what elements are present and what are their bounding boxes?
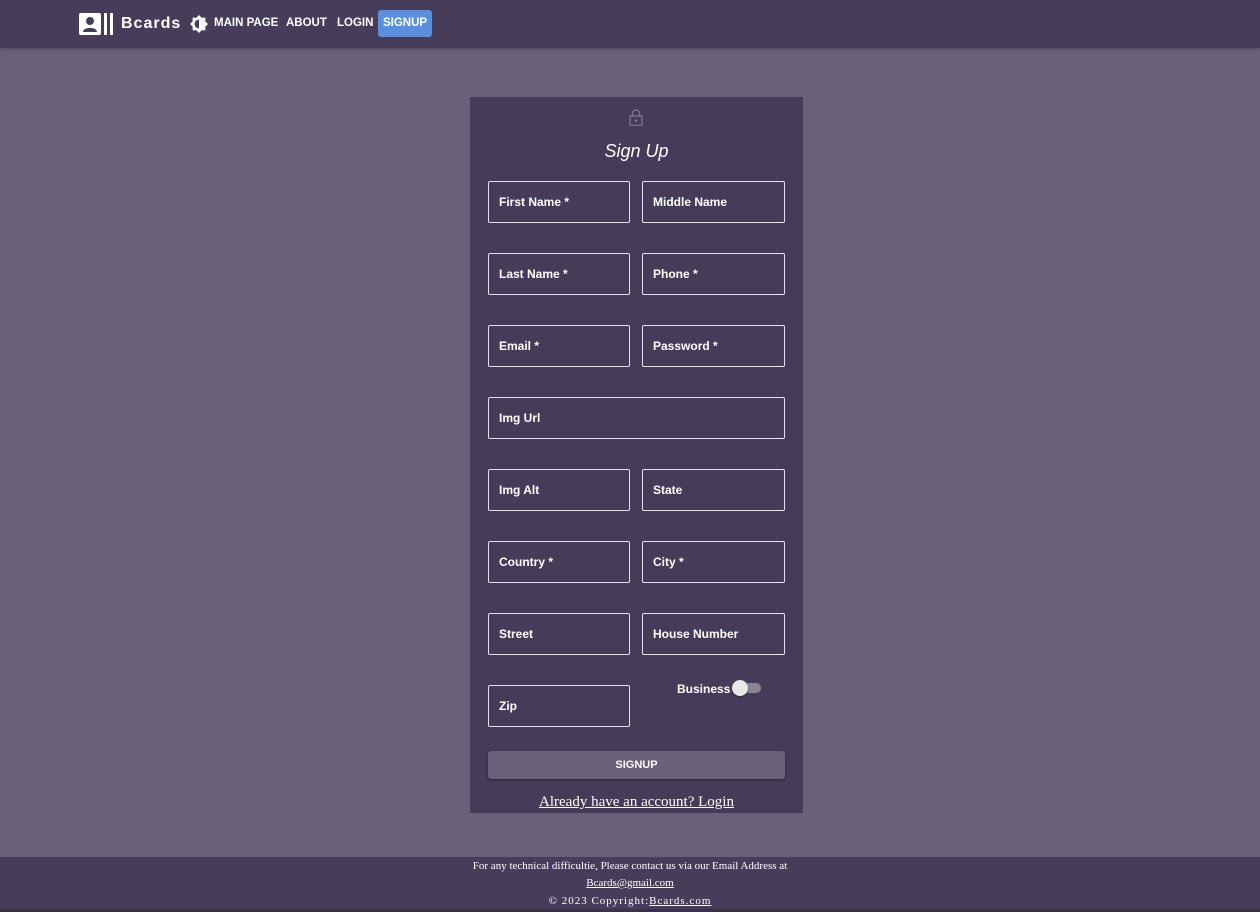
login-link[interactable]: Already have an account? Login [470, 792, 803, 812]
email-label: Email * [499, 339, 540, 353]
img-url-field[interactable]: Img Url [488, 397, 785, 439]
business-label: Business [677, 682, 731, 696]
nav-login[interactable]: LOGIN [331, 10, 379, 37]
password-label: Password * [653, 339, 718, 353]
toggle-thumb[interactable] [732, 680, 748, 696]
phone-label: Phone * [653, 267, 698, 281]
middle-name-label: Middle Name [653, 195, 728, 209]
middle-name-field[interactable]: Middle Name [642, 181, 785, 223]
email-field[interactable]: Email * [488, 325, 630, 367]
img-alt-field[interactable]: Img Alt [488, 469, 630, 511]
nav-signup[interactable]: SIGNUP [378, 10, 432, 37]
copyright-link[interactable]: Bcards.com [649, 895, 711, 907]
city-field[interactable]: City * [642, 541, 785, 583]
country-label: Country * [499, 555, 553, 569]
country-field[interactable]: Country * [488, 541, 630, 583]
phone-field[interactable]: Phone * [642, 253, 785, 295]
city-label: City * [653, 555, 684, 569]
last-name-label: Last Name * [499, 267, 568, 281]
img-url-label: Img Url [499, 411, 541, 425]
password-field[interactable]: Password * [642, 325, 785, 367]
zip-label: Zip [499, 699, 517, 713]
house-number-label: House Number [653, 627, 739, 641]
footer-copyright: © 2023 Copyright:Bcards.com [0, 894, 1260, 908]
street-label: Street [499, 627, 534, 641]
img-alt-label: Img Alt [499, 483, 540, 497]
contact-card-icon[interactable] [79, 13, 114, 35]
first-name-field[interactable]: First Name * [488, 181, 630, 223]
signup-button[interactable]: SIGNUP [488, 751, 785, 779]
business-toggle[interactable] [732, 680, 761, 696]
footer-contact-text: For any technical difficultie, Please co… [472, 860, 788, 872]
nav-about[interactable]: ABOUT [280, 10, 333, 37]
street-field[interactable]: Street [488, 613, 630, 655]
lock-icon [629, 109, 643, 126]
first-name-label: First Name * [499, 195, 570, 209]
house-number-field[interactable]: House Number [642, 613, 785, 655]
brightness-icon[interactable] [190, 15, 208, 33]
top-navbar: Bcards MAIN PAGE ABOUT LOGIN SIGNUP [0, 0, 1260, 48]
state-label: State [653, 483, 683, 497]
copyright-text: © 2023 Copyright: [548, 895, 650, 907]
signup-card: Sign Up First Name * Middle Name Last Na… [470, 97, 803, 813]
last-name-field[interactable]: Last Name * [488, 253, 630, 295]
brand-name[interactable]: Bcards [121, 14, 181, 34]
zip-field[interactable]: Zip [488, 685, 630, 727]
nav-main-page[interactable]: MAIN PAGE [208, 10, 284, 37]
state-field[interactable]: State [642, 469, 785, 511]
form-title: Sign Up [604, 141, 669, 161]
footer: For any technical difficultie, Please co… [0, 857, 1260, 912]
footer-email-link[interactable]: Bcards@gmail.com [0, 876, 1260, 890]
